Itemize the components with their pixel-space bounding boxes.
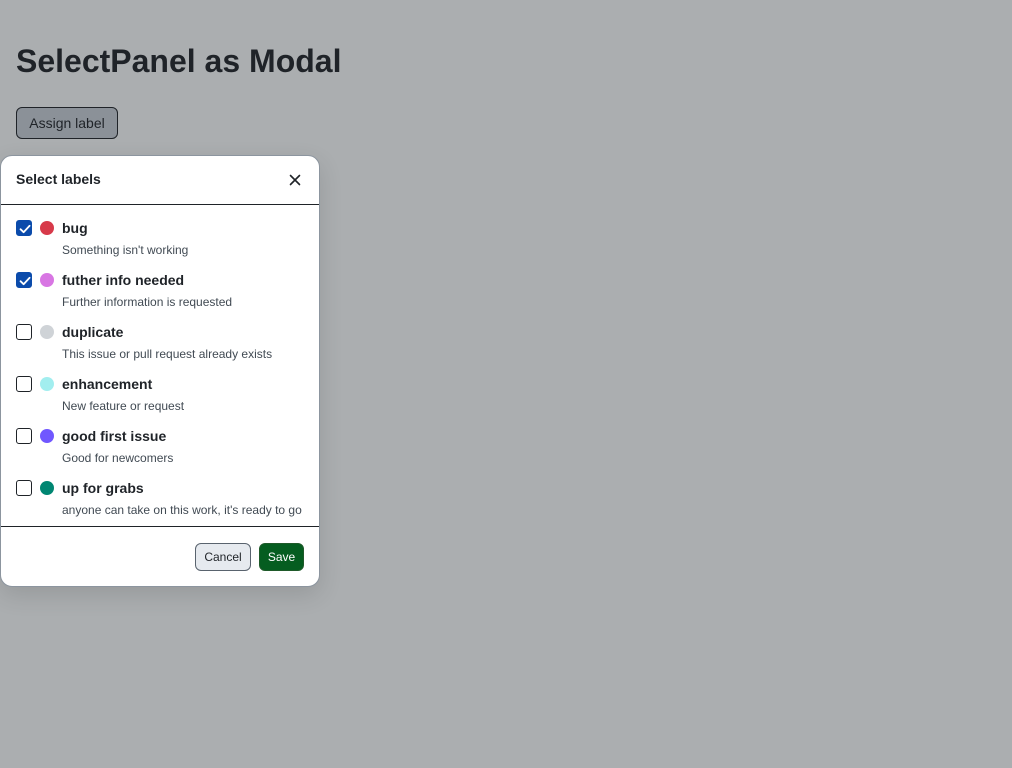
label-checkbox[interactable] xyxy=(16,480,32,496)
assign-label-button[interactable]: Assign label xyxy=(16,107,118,139)
label-checkbox[interactable] xyxy=(16,428,32,444)
check-icon xyxy=(19,276,31,286)
modal-header: Select labels xyxy=(1,156,319,205)
modal-footer: Cancel Save xyxy=(1,526,319,586)
label-checkbox[interactable] xyxy=(16,272,32,288)
check-icon xyxy=(19,224,31,234)
label-name: good first issue xyxy=(62,428,167,444)
list-item[interactable]: good first issue Good for newcomers xyxy=(1,413,319,465)
list-item[interactable]: bug Something isn't working xyxy=(1,205,319,257)
list-item[interactable]: duplicate This issue or pull request alre… xyxy=(1,309,319,361)
label-name: enhancement xyxy=(62,376,153,392)
list-item[interactable]: futher info needed Further information is… xyxy=(1,257,319,309)
label-description: anyone can take on this work, it's ready… xyxy=(62,503,302,517)
save-button[interactable]: Save xyxy=(259,543,304,571)
label-description: Good for newcomers xyxy=(62,451,174,465)
label-color-dot xyxy=(40,325,54,339)
list-item[interactable]: up for grabs anyone can take on this work… xyxy=(1,465,319,517)
close-button[interactable] xyxy=(285,170,305,190)
label-description: New feature or request xyxy=(62,399,185,413)
label-list: bug Something isn't working futher info ne… xyxy=(1,205,319,517)
label-description: Further information is requested xyxy=(62,295,233,309)
label-checkbox[interactable] xyxy=(16,220,32,236)
label-name: bug xyxy=(62,220,88,236)
select-labels-modal: Select labels bug Something isn't working… xyxy=(0,155,320,587)
cancel-button[interactable]: Cancel xyxy=(195,543,251,571)
label-checkbox[interactable] xyxy=(16,324,32,340)
close-icon xyxy=(289,174,301,186)
label-description: This issue or pull request already exist… xyxy=(62,347,273,361)
label-name: duplicate xyxy=(62,324,124,340)
label-description: Something isn't working xyxy=(62,243,189,257)
label-color-dot xyxy=(40,481,54,495)
page-title: SelectPanel as Modal xyxy=(16,43,342,79)
label-color-dot xyxy=(40,273,54,287)
label-name: futher info needed xyxy=(62,272,185,288)
list-item[interactable]: enhancement New feature or request xyxy=(1,361,319,413)
label-color-dot xyxy=(40,377,54,391)
label-name: up for grabs xyxy=(62,480,144,496)
modal-title: Select labels xyxy=(16,171,101,187)
label-checkbox[interactable] xyxy=(16,376,32,392)
label-color-dot xyxy=(40,221,54,235)
label-color-dot xyxy=(40,429,54,443)
